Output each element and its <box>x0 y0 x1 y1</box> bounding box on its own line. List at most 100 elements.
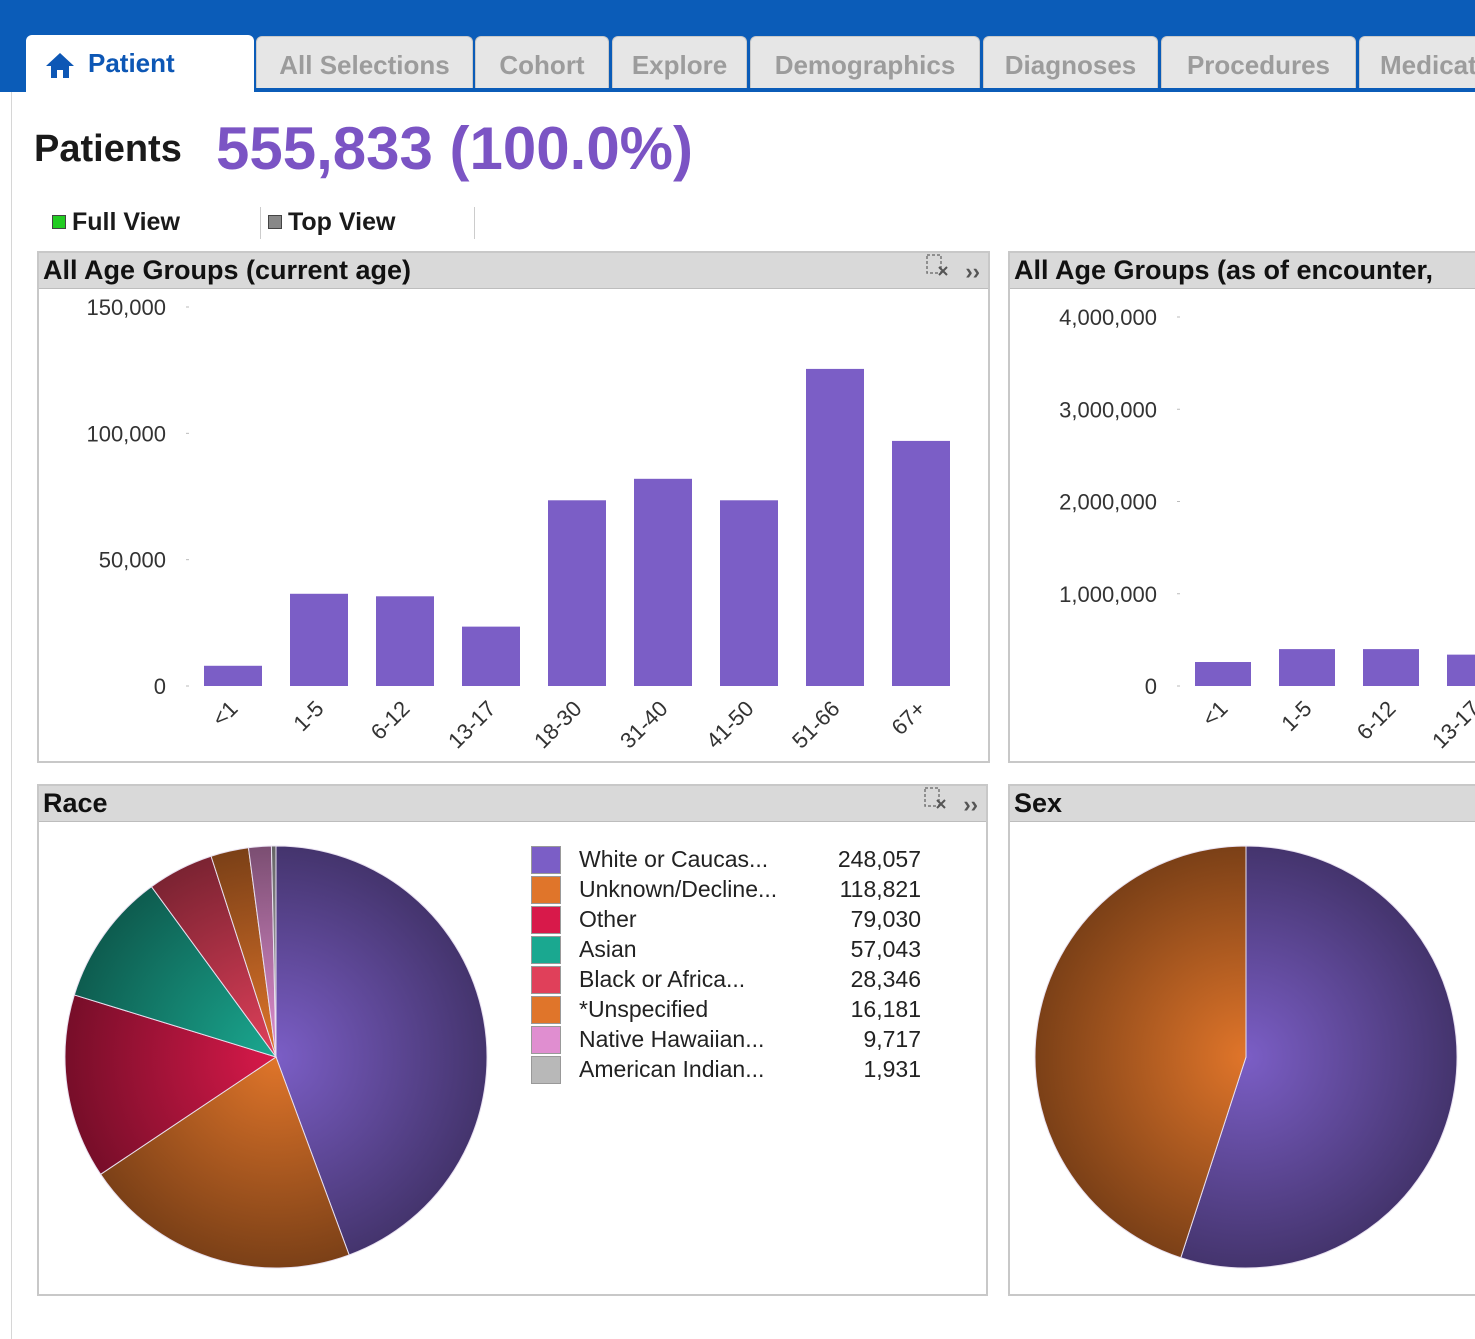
bar[interactable] <box>634 478 692 686</box>
bar[interactable] <box>1447 654 1475 686</box>
tab-procedures[interactable]: Procedures <box>1161 36 1356 88</box>
full-view-button[interactable]: Full View <box>52 205 180 239</box>
left-border <box>0 92 12 1339</box>
age-encounter-bar-chart: 4,000,000 3,000,000 2,000,000 1,000,000 0 <1 1… <box>1059 305 1475 753</box>
patients-label: Patients <box>34 128 182 170</box>
age-current-bar-chart: 150,000 100,000 50,000 0 <1 1-5 6-12 13-17 18-30… <box>86 295 950 753</box>
legend-value: 118,821 <box>839 876 921 902</box>
legend-swatch <box>531 966 561 994</box>
tab-bar: Patient All Selections Cohort Explore De… <box>0 30 1475 92</box>
x-tick-label: 51-66 <box>787 696 844 753</box>
legend-value: 28,346 <box>850 966 921 992</box>
tab-cohort[interactable]: Cohort <box>475 36 609 88</box>
bar[interactable] <box>806 368 864 686</box>
panel-header: Race ›› <box>39 786 986 822</box>
x-tick-label: 1-5 <box>288 696 328 736</box>
tab-all-selections[interactable]: All Selections <box>256 36 473 88</box>
legend-item[interactable]: Unknown/Decline... 118,821 <box>531 874 951 904</box>
legend-label: Black or Africa... <box>579 966 746 992</box>
y-tick-label: 100,000 <box>86 421 166 446</box>
legend-value: 1,931 <box>863 1056 921 1082</box>
tab-label: Cohort <box>499 50 585 80</box>
y-tick-label: 4,000,000 <box>1059 305 1157 330</box>
bar[interactable] <box>548 500 606 686</box>
tab-label: Explore <box>631 50 728 80</box>
race-pie-chart <box>64 845 488 1269</box>
bar[interactable] <box>1363 649 1419 686</box>
legend-label: White or Caucas... <box>579 846 769 872</box>
legend-item[interactable]: Black or Africa... 28,346 <box>531 964 951 994</box>
bar[interactable] <box>892 440 950 686</box>
top-view-indicator-icon <box>268 215 282 229</box>
legend-value: 79,030 <box>850 906 921 932</box>
legend-item[interactable]: Other 79,030 <box>531 904 951 934</box>
legend-item[interactable]: Native Hawaiian... 9,717 <box>531 1024 951 1054</box>
tab-label: All Selections <box>279 50 450 80</box>
legend-label: Unknown/Decline... <box>579 876 778 902</box>
panel-title: Race <box>43 788 108 818</box>
x-tick-label: 6-12 <box>366 696 415 745</box>
expand-icon[interactable]: ›› <box>963 792 978 818</box>
tab-medications[interactable]: Medicat <box>1359 36 1475 88</box>
home-icon <box>46 53 74 78</box>
bar[interactable] <box>1279 649 1335 686</box>
y-tick-label: 1,000,000 <box>1059 582 1157 607</box>
bar[interactable] <box>204 665 262 686</box>
x-tick-label: 31-40 <box>615 696 672 753</box>
y-tick-label: 0 <box>154 674 166 699</box>
clear-selection-icon[interactable] <box>925 253 951 285</box>
legend-value: 248,057 <box>837 846 921 872</box>
tab-demographics[interactable]: Demographics <box>750 36 980 88</box>
y-tick-label: 3,000,000 <box>1059 397 1157 422</box>
x-tick-label: 13-17 <box>1427 696 1475 753</box>
panel-title: All Age Groups (current age) <box>43 255 412 285</box>
bar[interactable] <box>462 626 520 686</box>
legend-label: Native Hawaiian... <box>579 1026 765 1052</box>
panel-title: Sex <box>1014 788 1063 818</box>
tab-label: Medicat <box>1380 50 1475 80</box>
tab-explore[interactable]: Explore <box>612 36 747 88</box>
panel-header: All Age Groups (current age) ›› <box>39 253 988 289</box>
legend-item[interactable]: American Indian... 1,931 <box>531 1054 951 1084</box>
panel-actions: ›› <box>917 253 980 288</box>
top-view-button[interactable]: Top View <box>268 205 395 239</box>
x-tick-label: 18-30 <box>529 696 586 753</box>
y-tick-label: 2,000,000 <box>1059 490 1157 515</box>
panel-actions: ›› <box>915 786 978 821</box>
view-divider <box>474 207 475 239</box>
tab-diagnoses[interactable]: Diagnoses <box>983 36 1158 88</box>
sex-pie-chart <box>1034 845 1458 1269</box>
clear-selection-icon[interactable] <box>923 786 949 818</box>
legend-swatch <box>531 936 561 964</box>
tab-patient[interactable]: Patient <box>26 35 254 92</box>
legend-swatch <box>531 906 561 934</box>
x-tick-label: 67+ <box>886 696 930 740</box>
panel-race: Race ›› White or Caucas... 248,057 Unknown… <box>37 784 988 1296</box>
full-view-label: Full View <box>72 208 180 236</box>
panel-header: All Age Groups (as of encounter, <box>1010 253 1475 289</box>
legend-item[interactable]: *Unspecified 16,181 <box>531 994 951 1024</box>
panel-age-current: All Age Groups (current age) ›› 150,000 1… <box>37 251 990 763</box>
legend-item[interactable]: White or Caucas... 248,057 <box>531 844 951 874</box>
legend-item[interactable]: Asian 57,043 <box>531 934 951 964</box>
legend-swatch <box>531 1026 561 1054</box>
legend-label: Asian <box>579 936 637 962</box>
expand-icon[interactable]: ›› <box>965 259 980 285</box>
y-tick-label: 0 <box>1145 674 1157 699</box>
bar[interactable] <box>1195 662 1251 686</box>
legend-label: Other <box>579 906 637 932</box>
x-tick-label: 6-12 <box>1352 696 1401 745</box>
bar[interactable] <box>290 593 348 686</box>
legend-value: 57,043 <box>850 936 921 962</box>
tab-label: Procedures <box>1186 50 1331 80</box>
bar[interactable] <box>720 500 778 686</box>
legend-swatch <box>531 876 561 904</box>
legend-swatch <box>531 846 561 874</box>
bar[interactable] <box>376 596 434 686</box>
tab-label: Demographics <box>774 50 956 80</box>
panel-sex: Sex <box>1008 784 1475 1296</box>
legend-swatch <box>531 1056 561 1084</box>
x-tick-label: 41-50 <box>701 696 758 753</box>
legend-value: 16,181 <box>850 996 921 1022</box>
x-tick-label: 13-17 <box>443 696 500 753</box>
